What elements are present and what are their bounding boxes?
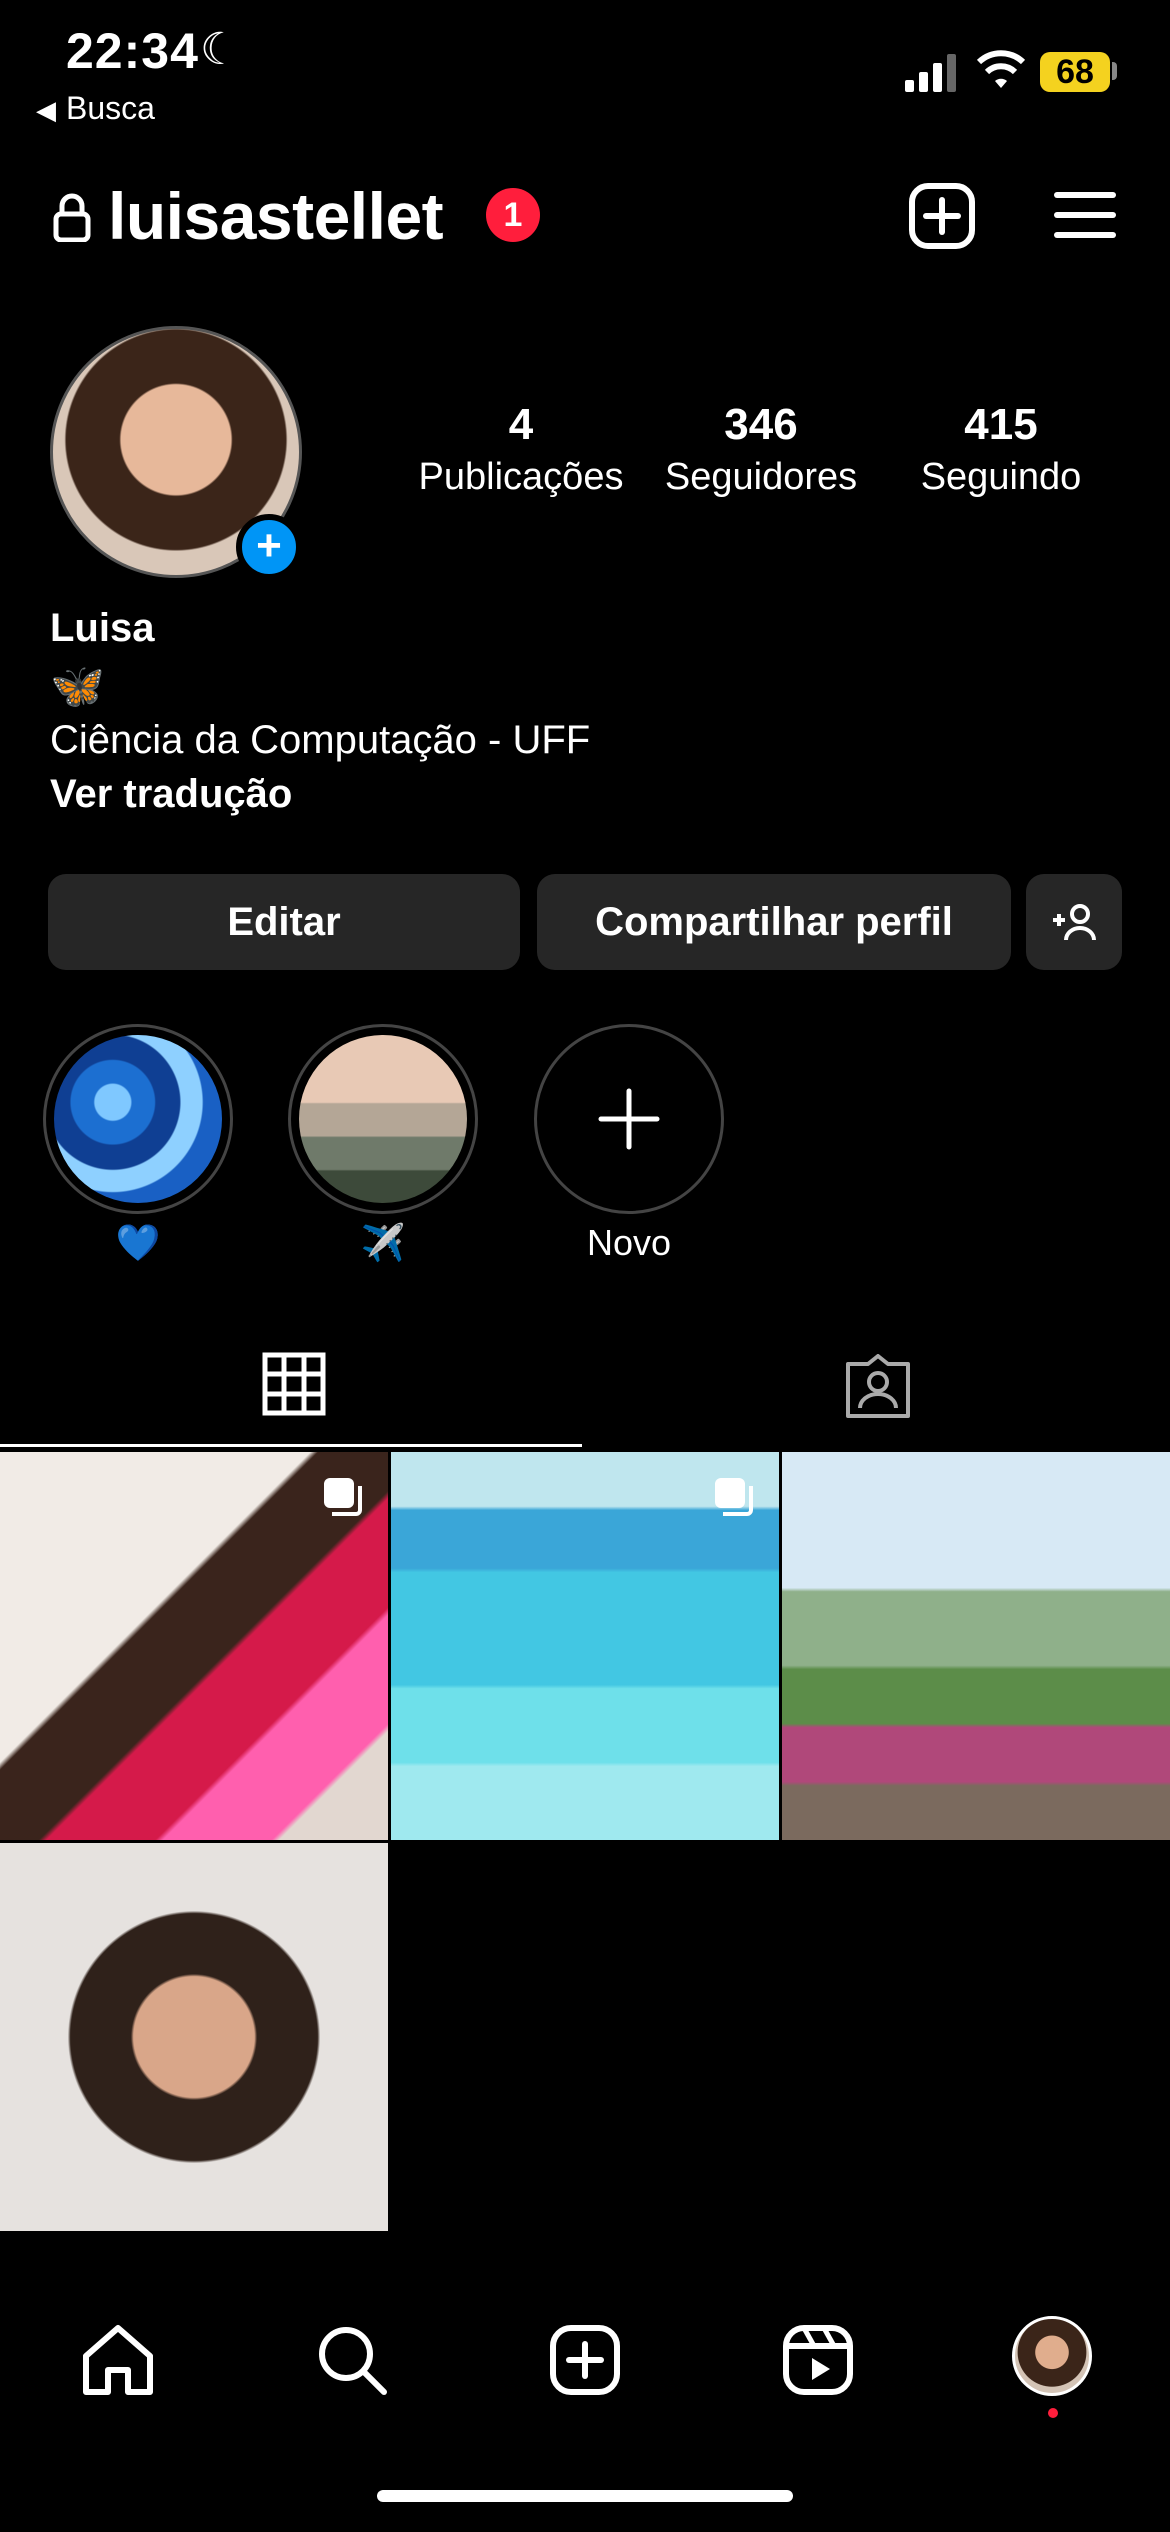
stat-following-value: 415 <box>964 400 1038 449</box>
stat-posts[interactable]: 4 Publicações <box>406 400 636 499</box>
lock-icon <box>53 193 91 242</box>
share-profile-button[interactable]: Compartilhar perfil <box>537 874 1011 970</box>
cell-signal-icon <box>905 54 956 92</box>
status-time: 22:34 <box>66 23 199 79</box>
highlight-thumbnail <box>54 1035 222 1203</box>
stat-followers[interactable]: 346 Seguidores <box>646 400 876 499</box>
profile-username[interactable]: luisastellet <box>108 178 444 254</box>
highlight-thumbnail <box>299 1035 467 1203</box>
notification-badge[interactable]: 1 <box>486 188 540 242</box>
active-tab-indicator <box>0 1444 582 1447</box>
stat-followers-label: Seguidores <box>664 456 858 498</box>
back-triangle-icon: ◀ <box>36 95 56 125</box>
highlight-label: ✈️ <box>360 1222 406 1263</box>
profile-notification-dot <box>1048 2408 1058 2418</box>
home-icon[interactable] <box>78 2320 158 2400</box>
search-icon[interactable] <box>312 2320 392 2400</box>
stat-following[interactable]: 415 Seguindo <box>886 400 1116 499</box>
bio-text: Ciência da Computação - UFF <box>50 718 591 762</box>
create-post-icon[interactable] <box>908 182 976 250</box>
moon-icon: ☾ <box>200 25 240 74</box>
highlight-label: Novo <box>586 1222 672 1263</box>
add-story-plus-icon[interactable]: + <box>236 514 302 580</box>
stat-following-label: Seguindo <box>920 456 1082 498</box>
edit-profile-button[interactable]: Editar <box>48 874 520 970</box>
new-highlight-button[interactable] <box>534 1024 724 1214</box>
discover-people-button[interactable] <box>1026 874 1122 970</box>
wifi-icon <box>976 50 1026 88</box>
back-to-search[interactable]: ◀ Busca <box>36 90 155 127</box>
posts-grid-tab-icon[interactable] <box>262 1352 326 1416</box>
profile-tab-avatar[interactable] <box>1012 2316 1092 2396</box>
post-thumbnail[interactable] <box>0 1843 388 2231</box>
plus-icon <box>598 1088 660 1150</box>
bio-name: Luisa <box>50 606 155 650</box>
stat-followers-value: 346 <box>724 400 798 449</box>
post-thumbnail[interactable] <box>391 1452 779 1840</box>
highlight-airplane[interactable] <box>288 1024 478 1214</box>
highlight-blue-heart[interactable] <box>43 1024 233 1214</box>
highlight-label: 💙 <box>115 1222 161 1263</box>
reels-icon[interactable] <box>778 2320 858 2400</box>
menu-icon[interactable] <box>1054 190 1116 240</box>
multiple-photos-icon <box>324 1478 362 1516</box>
tagged-tab-icon[interactable] <box>844 1354 912 1420</box>
post-thumbnail[interactable] <box>782 1452 1170 1840</box>
translate-link[interactable]: Ver tradução <box>50 772 292 817</box>
create-icon[interactable] <box>545 2320 625 2400</box>
back-label: Busca <box>66 90 155 126</box>
stat-posts-value: 4 <box>508 400 534 449</box>
multiple-photos-icon <box>715 1478 753 1516</box>
stat-posts-label: Publicações <box>418 456 624 498</box>
post-thumbnail[interactable] <box>0 1452 388 1840</box>
home-indicator <box>377 2490 793 2502</box>
bio-emoji: 🦋 <box>50 662 105 711</box>
add-person-icon <box>1053 904 1096 941</box>
battery-level: 68 <box>1040 52 1110 92</box>
battery-nub <box>1112 62 1117 80</box>
